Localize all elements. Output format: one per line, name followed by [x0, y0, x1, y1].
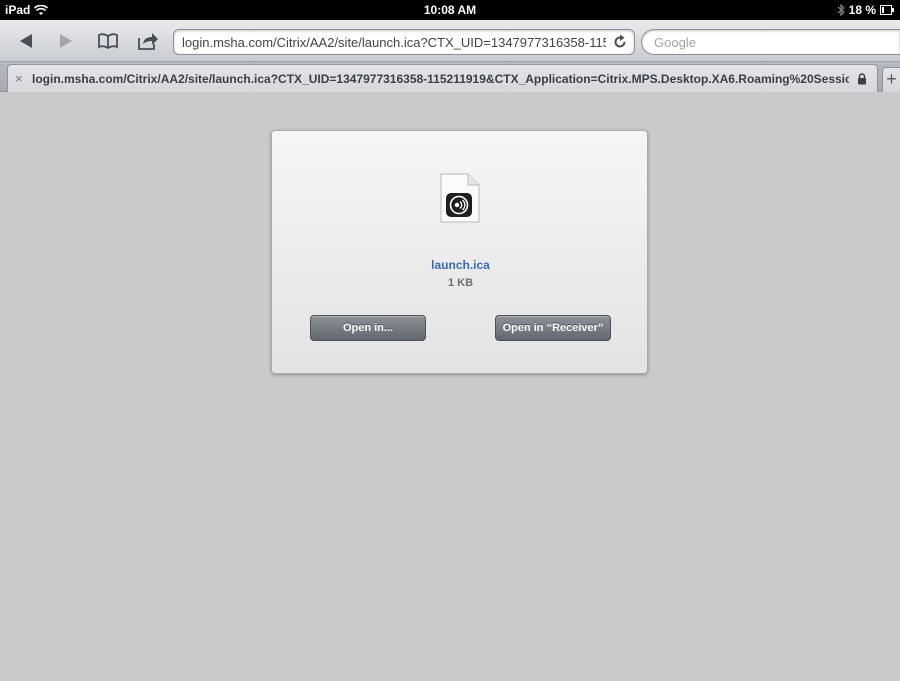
open-in-button[interactable]: Open in... — [310, 315, 426, 341]
battery-percent: 18 % — [848, 3, 876, 17]
battery-icon — [880, 5, 894, 15]
share-button[interactable] — [134, 28, 162, 54]
file-size: 1 KB — [447, 277, 474, 289]
bookmarks-button[interactable] — [94, 28, 122, 54]
forward-button[interactable] — [52, 28, 80, 54]
file-name: launch.ica — [431, 258, 490, 272]
back-arrow-icon — [20, 34, 32, 48]
ica-file-icon — [438, 173, 480, 228]
close-tab-icon[interactable]: × — [15, 71, 23, 86]
reload-icon[interactable] — [612, 34, 628, 54]
bookmarks-icon — [98, 33, 118, 50]
tab-active[interactable]: × login.msha.com/Citrix/AA2/site/launch.… — [7, 64, 878, 92]
download-dialog: launch.ica 1 KB Open in... Open in “Rece… — [271, 130, 648, 374]
url-field[interactable]: login.msha.com/Citrix/AA2/site/launch.ic… — [173, 29, 635, 55]
status-bar: iPad 10:08 AM 18 % — [0, 0, 900, 20]
back-button[interactable] — [12, 28, 40, 54]
open-in-receiver-button[interactable]: Open in “Receiver” — [495, 315, 611, 341]
tab-bar: × login.msha.com/Citrix/AA2/site/launch.… — [0, 62, 900, 92]
share-icon — [138, 33, 158, 50]
forward-arrow-icon — [60, 34, 72, 48]
status-time: 10:08 AM — [423, 3, 477, 17]
tab-title: login.msha.com/Citrix/AA2/site/launch.ic… — [32, 72, 849, 86]
search-placeholder: Google — [654, 35, 696, 50]
lock-icon — [857, 72, 867, 90]
url-text: login.msha.com/Citrix/AA2/site/launch.ic… — [182, 35, 606, 50]
browser-toolbar: login.msha.com/Citrix/AA2/site/launch.ic… — [0, 20, 900, 62]
bluetooth-icon — [837, 4, 845, 16]
new-tab-button[interactable]: + — [882, 67, 900, 92]
search-input[interactable]: Google — [641, 29, 900, 55]
